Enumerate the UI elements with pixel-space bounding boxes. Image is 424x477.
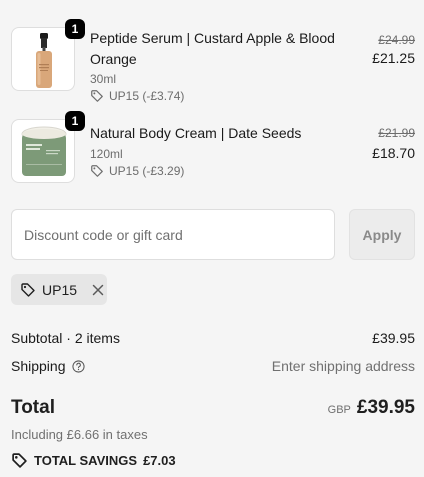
discount-text: UP15 (-£3.29) (109, 164, 185, 178)
applied-code-text: UP15 (42, 281, 78, 298)
product-name: Natural Body Cream | Date Seeds (90, 125, 302, 141)
product-thumbnail: 1 (11, 111, 85, 183)
original-price: £24.99 (378, 33, 415, 47)
product-discount: UP15 (-£3.29) (90, 164, 184, 178)
subtotal-value: £39.95 (372, 330, 415, 346)
total-value: £39.95 (356, 397, 415, 418)
quantity-badge: 1 (65, 111, 85, 131)
subtotal-label: Subtotal · 2 items (11, 330, 120, 346)
discount-code-input[interactable]: Discount code or gift card (11, 209, 335, 260)
product-variant: 30ml (90, 72, 117, 86)
tag-icon (21, 282, 35, 297)
total-row-value: GBP £39.95 (328, 397, 415, 419)
discounted-price: £18.70 (372, 145, 415, 161)
shipping-label: Shipping (11, 358, 66, 374)
tag-icon (91, 90, 103, 102)
original-price: £21.99 (378, 126, 415, 140)
help-icon[interactable] (71, 359, 85, 373)
currency-code: GBP (327, 404, 351, 416)
total-label: Total (11, 397, 55, 418)
savings-value: £7.03 (143, 453, 176, 468)
quantity-badge: 1 (65, 19, 85, 39)
tag-icon (12, 453, 27, 468)
product-thumbnail: 1 (11, 19, 85, 91)
close-icon[interactable] (91, 283, 105, 297)
cart-item: 1 Peptide Serum | Custard Apple & Blood … (0, 0, 424, 110)
discounted-price: £21.25 (372, 50, 415, 66)
applied-discount-chip: UP15 (11, 274, 107, 305)
product-discount: UP15 (-£3.74) (90, 89, 184, 103)
shipping-row: Shipping (11, 358, 85, 374)
shipping-value: Enter shipping address (271, 358, 415, 374)
taxes-note: Including £6.66 in taxes (11, 427, 148, 442)
cart-item: 1 Natural Body Cream | Date Seeds 120ml … (0, 110, 424, 195)
product-name: Peptide Serum | Custard Apple & Blood (90, 30, 335, 46)
tag-icon (91, 165, 103, 177)
total-savings: TOTAL SAVINGS £7.03 (11, 452, 176, 469)
product-variant: 120ml (90, 147, 123, 161)
discount-text: UP15 (-£3.74) (109, 89, 185, 103)
product-name-continued: Orange (90, 51, 137, 67)
apply-button[interactable]: Apply (349, 209, 415, 260)
savings-label: TOTAL SAVINGS (34, 453, 138, 468)
